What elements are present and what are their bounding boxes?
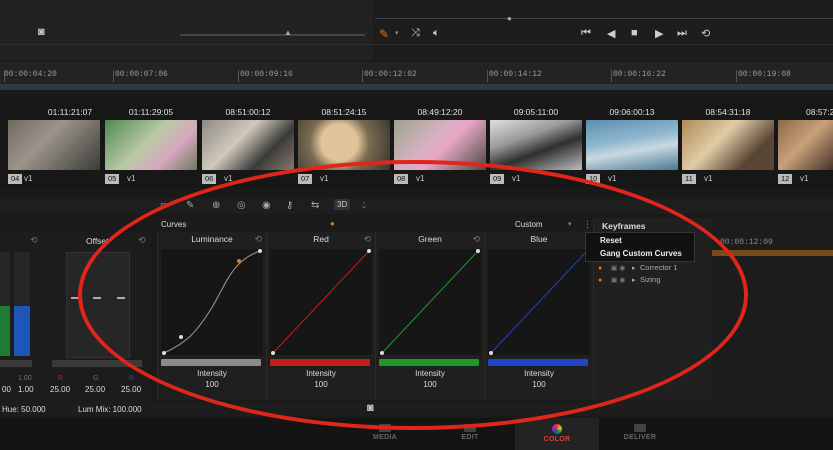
ruler-timecode: 00:00:16:22	[613, 70, 666, 79]
hue-readout: Hue: 50.000	[2, 405, 46, 414]
go-to-end-icon[interactable]: ⏭︎	[677, 27, 687, 40]
ruler-timecode: 00:00:12:02	[364, 70, 417, 79]
clip-image	[105, 120, 197, 170]
shuffle-icon[interactable]: ⤨	[411, 27, 420, 40]
viewer-left-panel: ◙ ▲	[0, 0, 373, 60]
annotation-ellipse	[78, 160, 748, 430]
tab-label: COLOR	[543, 436, 571, 443]
channel-label-r: R	[58, 375, 64, 382]
viewer-transport: ● ✎ ▾ ⤨ 🔈︎ ⏮︎ ◀ ■ ▶ ⏭︎ ⟲	[375, 0, 833, 60]
level-meter	[14, 252, 30, 356]
clip-number: 05	[105, 174, 120, 184]
clip-thumbnail[interactable]: 08:57:2 12 v1	[778, 96, 833, 188]
deliver-icon	[634, 424, 646, 432]
camera-icon[interactable]: ◙	[38, 26, 45, 38]
channel-label-g: G	[93, 375, 99, 382]
zoom-slider-track[interactable]	[180, 34, 365, 36]
ruler-timecode: 00:00:04:20	[4, 70, 57, 79]
tab-label: MEDIA	[372, 434, 398, 441]
stop-icon[interactable]: ■	[631, 27, 638, 39]
ruler-timecode: 00:00:07:06	[115, 70, 168, 79]
tab-label: EDIT	[461, 434, 479, 441]
clip-timecode: 08:49:12:20	[417, 107, 463, 117]
clip-track: v1	[800, 174, 809, 183]
ruler-timecode: 00:00:14:12	[489, 70, 542, 79]
clip-image	[8, 120, 100, 170]
wheel-slider[interactable]	[0, 360, 32, 367]
go-to-start-icon[interactable]: ⏮︎	[581, 27, 591, 40]
timeline-track-bar[interactable]	[0, 84, 833, 90]
clip-track: v1	[704, 174, 713, 183]
clip-track: v1	[24, 174, 33, 183]
clip-image	[202, 120, 294, 170]
clip-track: v1	[608, 174, 617, 183]
channel-value[interactable]: 25.00	[121, 385, 141, 394]
play-icon[interactable]: ▶	[655, 27, 663, 40]
clip-timecode: 09:06:00:13	[609, 107, 655, 117]
ruler-timecode: 00:00:09:16	[240, 70, 293, 79]
clip-number: 11	[682, 174, 696, 184]
loop-icon[interactable]: ⟲	[701, 27, 710, 40]
channel-label-b: B	[129, 375, 134, 382]
keyframe-timecode: 00:00:12:09	[720, 238, 773, 247]
clip-timecode: 08:51:24:15	[321, 107, 367, 117]
clip-number: 06	[202, 174, 217, 184]
clip-thumbnail[interactable]: 08:54:31:18 11 v1	[682, 96, 774, 188]
clip-timecode: 01:11:29:05	[128, 107, 174, 117]
ruler-timecode: 00:00:19:08	[738, 70, 791, 79]
clip-image	[490, 120, 582, 170]
clip-thumbnail[interactable]: 01:11:29:05 05 v1	[105, 96, 197, 188]
clip-image	[682, 120, 774, 170]
color-picker-icon[interactable]: ✎	[379, 27, 389, 41]
tab-deliver[interactable]: DELIVER	[600, 418, 680, 450]
clip-thumbnail[interactable]: 09:06:00:13 10 v1	[586, 96, 678, 188]
clip-number: 04	[8, 174, 23, 184]
level-meter	[0, 252, 10, 356]
zoom-slider-handle[interactable]: ▲	[284, 28, 292, 37]
channel-value[interactable]: 25.00	[50, 385, 70, 394]
speaker-icon[interactable]: 🔈︎	[433, 27, 440, 40]
value-label: 00	[2, 385, 11, 394]
tab-label: DELIVER	[623, 434, 657, 441]
color-wheel-icon	[552, 424, 562, 434]
clip-timecode: 08:51:00:12	[225, 107, 271, 117]
reset-icon[interactable]: ⟲	[30, 235, 38, 246]
clip-timecode: 01:11:21:07	[47, 107, 93, 117]
clip-timecode: 09:05:11:00	[513, 107, 559, 117]
clip-number: 12	[778, 174, 793, 184]
lum-mix-readout: Lum Mix: 100.000	[78, 405, 142, 414]
clip-image	[586, 120, 678, 170]
scrubber-track[interactable]	[375, 18, 833, 19]
playhead-icon[interactable]: ●	[507, 14, 512, 23]
channel-value[interactable]: 25.00	[85, 385, 105, 394]
divider	[0, 44, 833, 45]
clip-thumbnail[interactable]: 01:11:21:07 04 v1	[0, 96, 100, 188]
value-label: 1.00	[18, 375, 32, 382]
step-back-icon[interactable]: ◀	[607, 27, 615, 40]
clip-image	[778, 120, 833, 170]
timeline-ruler[interactable]: 00:00:04:20 00:00:07:06 00:00:09:16 00:0…	[0, 62, 833, 85]
clip-track: v1	[127, 174, 136, 183]
clip-timecode: 08:54:31:18	[705, 107, 751, 117]
chevron-down-icon[interactable]: ▾	[395, 29, 399, 37]
tab-color[interactable]: COLOR	[515, 418, 599, 450]
value-label: 1.00	[18, 385, 34, 394]
clip-timecode: 08:57:2	[806, 107, 833, 117]
